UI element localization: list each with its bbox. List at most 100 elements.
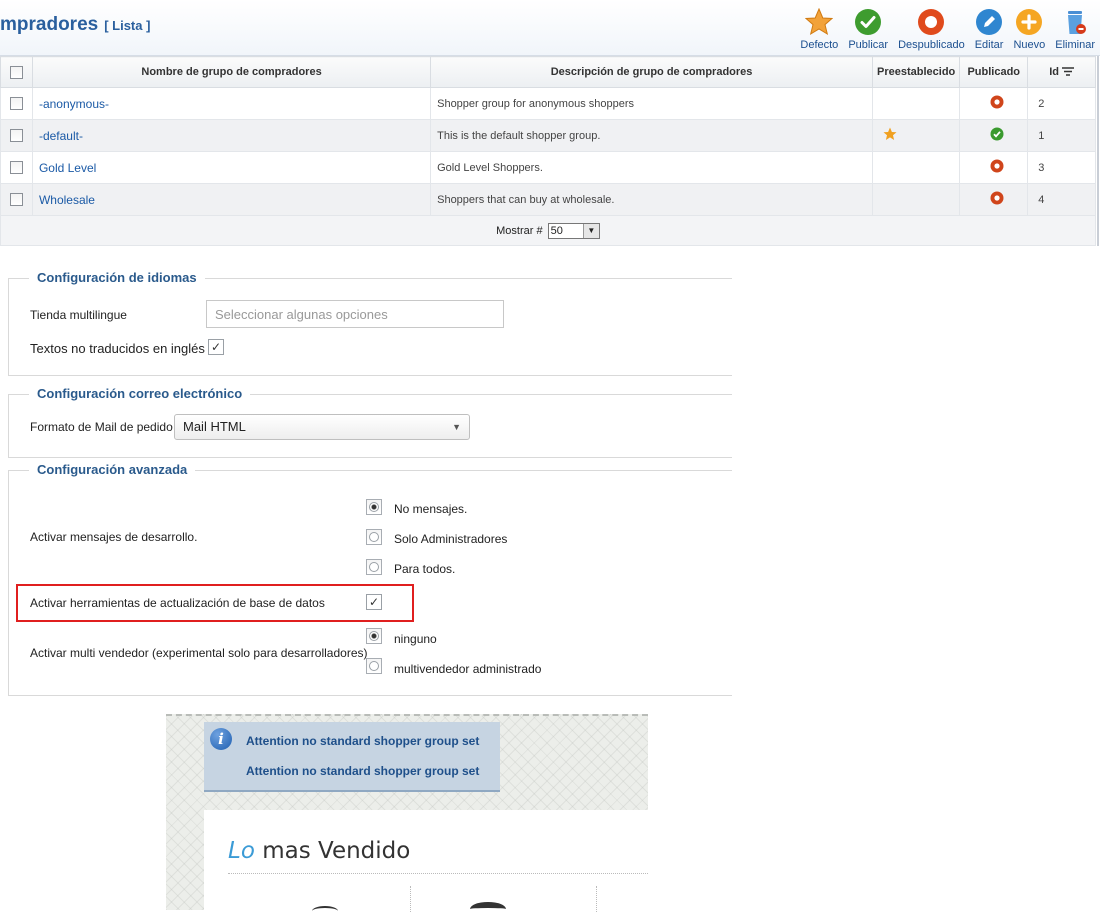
product-divider <box>410 886 411 912</box>
group-id: 1 <box>1027 119 1096 152</box>
select-all-checkbox[interactable] <box>9 65 23 79</box>
group-id: 4 <box>1027 183 1096 216</box>
page-subtitle: [ Lista ] <box>104 18 151 33</box>
group-name-link[interactable]: -anonymous- <box>31 87 432 120</box>
default-star-icon[interactable] <box>883 127 897 141</box>
limit-select[interactable]: 50 ▼ <box>547 222 600 239</box>
product-image[interactable] <box>470 902 506 916</box>
multivendor-label: Activar multi vendedor (experimental sol… <box>30 646 368 660</box>
toolbar: Defecto Publicar Despublicado Editar Nue… <box>795 3 1100 53</box>
table-row[interactable]: Wholesale Shoppers that can buy at wholes… <box>0 183 1096 216</box>
best-sellers-module: Lo mas Vendido <box>204 810 648 912</box>
db-tools-label: Activar herramientas de actualización de… <box>30 596 325 610</box>
column-header-published[interactable]: Publicado <box>959 56 1029 88</box>
default-cell <box>871 87 961 120</box>
delete-button[interactable]: Eliminar <box>1050 3 1100 51</box>
limit-label: Mostrar # <box>496 224 543 237</box>
page-title: mpradores[ Lista ] <box>0 14 151 35</box>
pencil-icon <box>976 9 1003 35</box>
page-header: mpradores[ Lista ] Defecto Publicar Desp… <box>0 0 1100 56</box>
table-row[interactable]: -anonymous- Shopper group for anonymous s… <box>0 87 1096 120</box>
panel-divider <box>1097 56 1099 246</box>
column-header-name[interactable]: Nombre de grupo de compradores <box>31 56 432 88</box>
sort-icon <box>1062 67 1075 76</box>
mail-format-select[interactable]: Mail HTML ▼ <box>174 414 470 440</box>
multivendor-none-label: ninguno <box>394 632 437 646</box>
db-tools-checkbox[interactable]: ✓ <box>366 594 382 610</box>
email-legend: Configuración correo electrónico <box>29 386 251 401</box>
table-header-row: Nombre de grupo de compradores Descripci… <box>0 56 1096 88</box>
product-divider <box>596 886 597 912</box>
published-cell <box>959 183 1029 216</box>
dev-option-admins-label: Solo Administradores <box>394 532 508 546</box>
chevron-down-icon: ▼ <box>582 223 599 238</box>
group-description: Shoppers that can buy at wholesale. <box>430 183 873 216</box>
check-circle-icon <box>855 9 882 35</box>
default-cell <box>871 151 961 184</box>
group-description: Gold Level Shoppers. <box>430 151 873 184</box>
untranslated-label: Textos no traducidos en inglés <box>30 341 205 356</box>
storefront-preview: i Attention no standard shopper group se… <box>166 714 648 912</box>
group-name-link[interactable]: -default- <box>31 119 432 152</box>
title-divider <box>228 873 648 874</box>
notice-box: i Attention no standard shopper group se… <box>204 722 500 792</box>
new-button[interactable]: Nuevo <box>1008 3 1050 51</box>
advanced-legend: Configuración avanzada <box>29 462 196 477</box>
table-row[interactable]: Gold Level Gold Level Shoppers. 3 <box>0 151 1096 184</box>
info-icon: i <box>210 728 232 750</box>
column-header-description[interactable]: Descripción de grupo de compradores <box>430 56 873 88</box>
unpublished-icon[interactable] <box>990 159 1004 173</box>
group-name-link[interactable]: Gold Level <box>31 151 432 184</box>
dev-messages-label: Activar mensajes de desarrollo. <box>30 530 198 544</box>
chevron-down-icon: ▼ <box>452 422 461 432</box>
dev-option-admins-radio[interactable] <box>366 529 382 545</box>
unpublish-button[interactable]: Despublicado <box>893 3 970 51</box>
unpublished-icon[interactable] <box>990 95 1004 109</box>
notice-message: Attention no standard shopper group set <box>246 764 480 778</box>
multivendor-admin-label: multivendedor administrado <box>394 662 542 676</box>
group-id: 3 <box>1027 151 1096 184</box>
default-cell <box>871 119 961 152</box>
published-icon[interactable] <box>990 127 1004 141</box>
star-icon <box>805 8 834 36</box>
group-description: Shopper group for anonymous shoppers <box>430 87 873 120</box>
publish-button[interactable]: Publicar <box>843 3 893 51</box>
table-footer: Mostrar # 50 ▼ <box>0 215 1096 246</box>
plus-circle-icon <box>1016 9 1043 35</box>
dev-option-all-radio[interactable] <box>366 559 382 575</box>
row-checkbox[interactable] <box>9 161 23 174</box>
dev-option-none-label: No mensajes. <box>394 502 468 516</box>
row-checkbox[interactable] <box>9 97 23 110</box>
notice-message: Attention no standard shopper group set <box>246 734 480 748</box>
row-checkbox[interactable] <box>9 129 23 142</box>
multilingual-label: Tienda multilingue <box>30 308 127 322</box>
best-sellers-title: Lo mas Vendido <box>228 838 411 864</box>
published-cell <box>959 119 1029 152</box>
published-cell <box>959 151 1029 184</box>
trash-icon <box>1068 11 1087 34</box>
unpublish-circle-icon <box>918 9 945 35</box>
column-header-default[interactable]: Preestablecido <box>871 56 961 88</box>
shopper-groups-table: Nombre de grupo de compradores Descripci… <box>0 56 1096 246</box>
multilingual-input[interactable] <box>206 300 504 328</box>
untranslated-checkbox[interactable]: ✓ <box>208 339 224 355</box>
published-cell <box>959 87 1029 120</box>
dev-option-all-label: Para todos. <box>394 562 456 576</box>
multivendor-none-radio[interactable] <box>366 628 382 644</box>
product-image[interactable] <box>312 906 338 916</box>
multivendor-admin-radio[interactable] <box>366 658 382 674</box>
edit-button[interactable]: Editar <box>970 3 1009 51</box>
group-id: 2 <box>1027 87 1096 120</box>
unpublished-icon[interactable] <box>990 191 1004 205</box>
table-row[interactable]: -default- This is the default shopper gro… <box>0 119 1096 152</box>
group-name-link[interactable]: Wholesale <box>31 183 432 216</box>
row-checkbox[interactable] <box>9 193 23 206</box>
group-description: This is the default shopper group. <box>430 119 873 152</box>
default-cell <box>871 183 961 216</box>
select-all-cell <box>0 56 33 88</box>
default-button[interactable]: Defecto <box>795 3 843 51</box>
dev-option-none-radio[interactable] <box>366 499 382 515</box>
languages-legend: Configuración de idiomas <box>29 270 205 285</box>
mail-format-label: Formato de Mail de pedido <box>30 420 173 434</box>
column-header-id[interactable]: Id <box>1027 56 1096 88</box>
